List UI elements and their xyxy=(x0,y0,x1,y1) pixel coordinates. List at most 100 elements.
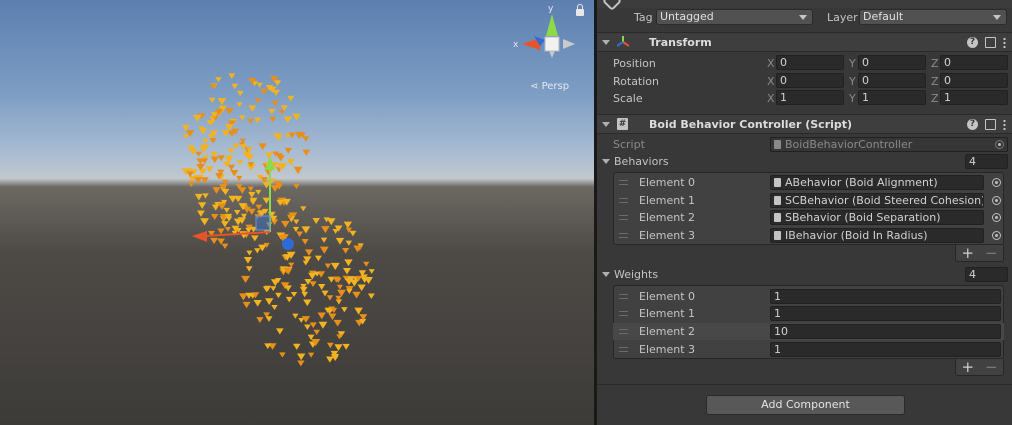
axis-y-label[interactable]: Y xyxy=(849,92,856,105)
axis-y-label[interactable]: Y xyxy=(849,75,856,88)
rotation-x-field[interactable]: 0 xyxy=(776,73,844,88)
transform-rotation-label: Rotation xyxy=(613,75,660,88)
scale-y-value: 1 xyxy=(862,91,869,104)
scriptable-object-icon xyxy=(774,178,781,187)
list-item[interactable]: Element 2 10 xyxy=(613,323,1004,340)
presets-icon[interactable] xyxy=(985,37,996,48)
axis-x-label[interactable]: X xyxy=(767,92,775,105)
behaviors-size-field[interactable]: 4 xyxy=(965,154,1008,169)
axis-z-label[interactable]: Z xyxy=(931,92,939,105)
object-picker-icon[interactable] xyxy=(992,196,1001,205)
help-icon[interactable]: ? xyxy=(967,37,978,48)
weight-value-field[interactable]: 10 xyxy=(770,324,1001,339)
list-item[interactable]: Element 2 SBehavior (Boid Separation) xyxy=(613,209,1004,226)
drag-handle-icon[interactable] xyxy=(619,294,628,299)
position-z-value: 0 xyxy=(944,56,951,69)
transform-header[interactable]: Transform ? xyxy=(597,32,1012,52)
weight-value: 1 xyxy=(774,307,781,320)
kebab-menu-icon[interactable] xyxy=(1003,119,1006,130)
list-item[interactable]: Element 1 SCBehavior (Boid Steered Cohesi… xyxy=(613,192,1004,209)
list-item[interactable]: Element 3 1 xyxy=(613,341,1004,358)
transform-position-label: Position xyxy=(613,57,656,70)
position-y-value: 0 xyxy=(862,56,869,69)
axis-x-label[interactable]: X xyxy=(767,57,775,70)
gizmo-center-cube xyxy=(544,36,560,52)
object-picker-icon xyxy=(995,140,1004,149)
inspector-top-strip xyxy=(597,0,1012,8)
weight-value: 10 xyxy=(774,325,788,338)
behaviors-size: 4 xyxy=(969,155,976,168)
behavior-value: SCBehavior (Boid Steered Cohesion) xyxy=(785,194,984,207)
add-element-button[interactable]: + xyxy=(961,244,974,262)
transform-icon xyxy=(617,36,629,47)
behavior-object-field[interactable]: SBehavior (Boid Separation) xyxy=(770,210,984,225)
drag-handle-icon[interactable] xyxy=(619,329,628,334)
weight-value-field[interactable]: 1 xyxy=(770,342,1001,357)
kebab-menu-icon[interactable] xyxy=(1003,37,1006,48)
drag-handle-icon[interactable] xyxy=(619,347,628,352)
scale-x-field[interactable]: 1 xyxy=(776,90,844,105)
behaviors-foldout-icon[interactable] xyxy=(602,159,610,164)
foldout-arrow-icon[interactable] xyxy=(602,122,610,127)
drag-handle-icon[interactable] xyxy=(619,233,628,238)
behaviors-label: Behaviors xyxy=(614,155,669,168)
drag-handle-icon[interactable] xyxy=(619,180,628,185)
element-label: Element 3 xyxy=(639,229,696,242)
weights-label: Weights xyxy=(614,268,659,281)
rotation-y-value: 0 xyxy=(862,74,869,87)
axis-z-label[interactable]: Z xyxy=(931,57,939,70)
behavior-object-field[interactable]: IBehavior (Boid In Radius) xyxy=(770,228,984,243)
layer-label: Layer xyxy=(827,11,858,24)
list-item[interactable]: Element 1 1 xyxy=(613,305,1004,322)
help-icon[interactable]: ? xyxy=(967,119,978,130)
presets-icon[interactable] xyxy=(985,119,996,130)
behavior-object-field[interactable]: ABehavior (Boid Alignment) xyxy=(770,175,984,190)
scene-view[interactable]: y x ⋖ Persp xyxy=(0,0,594,425)
position-y-field[interactable]: 0 xyxy=(858,55,926,70)
orientation-gizmo[interactable]: y x xyxy=(0,0,594,425)
drag-handle-icon[interactable] xyxy=(619,198,628,203)
position-x-field[interactable]: 0 xyxy=(776,55,844,70)
drag-handle-icon[interactable] xyxy=(619,215,628,220)
element-label: Element 2 xyxy=(639,325,696,338)
scale-y-field[interactable]: 1 xyxy=(858,90,926,105)
position-z-field[interactable]: 0 xyxy=(940,55,1008,70)
behavior-value: SBehavior (Boid Separation) xyxy=(785,211,941,224)
add-element-button[interactable]: + xyxy=(961,358,974,376)
weights-foldout-icon[interactable] xyxy=(602,272,610,277)
layer-dropdown[interactable]: Default xyxy=(859,9,1007,25)
remove-element-button[interactable]: − xyxy=(985,244,998,262)
script-field: BoidBehaviorController xyxy=(770,137,1008,152)
scriptable-object-icon xyxy=(774,213,781,222)
behavior-value: ABehavior (Boid Alignment) xyxy=(785,176,938,189)
remove-element-button[interactable]: − xyxy=(985,358,998,376)
add-component-button[interactable]: Add Component xyxy=(706,395,905,415)
tag-dropdown[interactable]: Untagged xyxy=(656,9,813,25)
object-picker-icon[interactable] xyxy=(992,213,1001,222)
boid-controller-header[interactable]: # Boid Behavior Controller (Script) ? xyxy=(597,114,1012,134)
axis-x-label[interactable]: X xyxy=(767,75,775,88)
weight-value-field[interactable]: 1 xyxy=(770,306,1001,321)
list-item[interactable]: Element 0 ABehavior (Boid Alignment) xyxy=(613,174,1004,191)
object-picker-icon[interactable] xyxy=(992,178,1001,187)
object-picker-icon[interactable] xyxy=(992,231,1001,240)
gizmo-y-cone xyxy=(546,14,558,36)
foldout-arrow-icon[interactable] xyxy=(602,40,610,45)
behavior-object-field[interactable]: SCBehavior (Boid Steered Cohesion) xyxy=(770,193,984,208)
axis-y-label[interactable]: Y xyxy=(849,57,856,70)
list-item[interactable]: Element 0 1 xyxy=(613,288,1004,305)
weight-value-field[interactable]: 1 xyxy=(770,289,1001,304)
weights-size-field[interactable]: 4 xyxy=(965,267,1008,282)
rotation-y-field[interactable]: 0 xyxy=(858,73,926,88)
tag-value: Untagged xyxy=(660,10,714,23)
drag-handle-icon[interactable] xyxy=(619,311,628,316)
lock-icon[interactable] xyxy=(576,4,584,16)
position-x-value: 0 xyxy=(780,56,787,69)
transform-scale-label: Scale xyxy=(613,92,643,105)
element-label: Element 3 xyxy=(639,343,696,356)
rotation-z-field[interactable]: 0 xyxy=(940,73,1008,88)
list-item[interactable]: Element 3 IBehavior (Boid In Radius) xyxy=(613,227,1004,244)
perspective-toggle[interactable]: ⋖ Persp xyxy=(530,81,569,92)
scale-z-field[interactable]: 1 xyxy=(940,90,1008,105)
axis-z-label[interactable]: Z xyxy=(931,75,939,88)
